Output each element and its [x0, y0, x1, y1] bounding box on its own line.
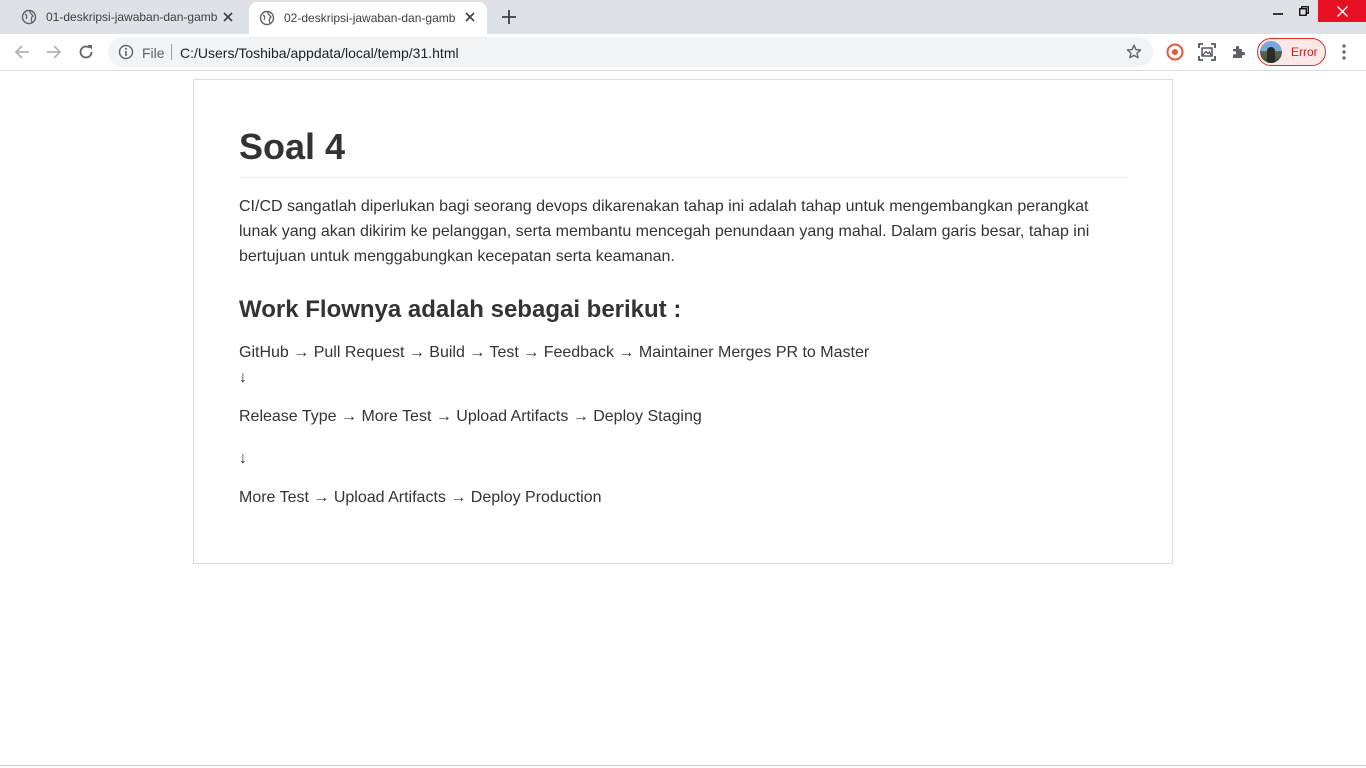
close-icon [1336, 5, 1348, 17]
globe-icon [21, 9, 37, 25]
avatar [1260, 41, 1282, 63]
plus-icon [502, 10, 516, 24]
back-button[interactable] [10, 40, 34, 64]
reload-button[interactable] [74, 40, 98, 64]
close-icon[interactable] [220, 9, 236, 25]
tab-title: 01-deskripsi-jawaban-dan-gamb [46, 10, 218, 24]
close-icon[interactable] [462, 9, 478, 25]
arrow-right-icon [47, 45, 62, 59]
browser-menu-button[interactable] [1336, 42, 1352, 62]
forward-button[interactable] [42, 40, 66, 64]
reload-icon [79, 45, 93, 59]
workflow-line-2: Release Type → More Test → Upload Artifa… [239, 408, 702, 425]
tab-02[interactable]: 02-deskripsi-jawaban-dan-gamb [249, 2, 487, 34]
workflow-line-3: More Test → Upload Artifacts → Deploy Pr… [239, 489, 602, 506]
restore-button[interactable] [1291, 0, 1317, 22]
profile-status-label: Error [1291, 45, 1318, 59]
page-title: Soal 4 [239, 126, 1128, 178]
info-icon[interactable] [118, 44, 134, 60]
address-bar[interactable]: File C:/Users/Toshiba/appdata/local/temp… [108, 37, 1153, 67]
restore-icon [1299, 6, 1309, 16]
tab-strip: 01-deskripsi-jawaban-dan-gamb 02-deskrip… [0, 0, 1366, 34]
url-text[interactable]: C:/Users/Toshiba/appdata/local/temp/31.h… [180, 45, 459, 61]
screenshot-extension-button[interactable] [1197, 42, 1217, 62]
intro-paragraph: CI/CD sangatlah diperlukan bagi seorang … [239, 198, 1090, 265]
new-tab-button[interactable] [499, 7, 519, 27]
screenshot-icon [1198, 43, 1216, 61]
tab-title: 02-deskripsi-jawaban-dan-gamb [284, 11, 456, 25]
extensions-button[interactable] [1229, 42, 1249, 62]
tab-01[interactable]: 01-deskripsi-jawaban-dan-gamb [2, 0, 245, 34]
address-divider [171, 44, 172, 60]
scheme-label: File [142, 45, 165, 61]
workflow-line-1: GitHub → Pull Request → Build → Test → F… [239, 344, 870, 361]
browser-toolbar: File C:/Users/Toshiba/appdata/local/temp… [0, 34, 1366, 71]
section-heading: Work Flownya adalah sebagai berikut : [239, 296, 682, 323]
record-extension-button[interactable] [1165, 42, 1185, 62]
minimize-icon [1273, 13, 1283, 15]
globe-icon [259, 10, 275, 26]
workflow-down-arrow: ↓ [239, 369, 247, 386]
star-icon[interactable] [1126, 44, 1142, 60]
content-card: Soal 4 CI/CD sangatlah diperlukan bagi s… [193, 79, 1173, 564]
puzzle-icon [1233, 45, 1246, 58]
arrow-left-icon [14, 45, 29, 59]
profile-button[interactable]: Error [1257, 38, 1326, 66]
minimize-button[interactable] [1265, 0, 1291, 22]
workflow-down-arrow: ↓ [239, 450, 247, 467]
page-viewport: Soal 4 CI/CD sangatlah diperlukan bagi s… [0, 71, 1366, 768]
kebab-menu-icon [1342, 44, 1346, 60]
window-close-button[interactable] [1318, 0, 1366, 22]
record-icon [1166, 43, 1184, 61]
